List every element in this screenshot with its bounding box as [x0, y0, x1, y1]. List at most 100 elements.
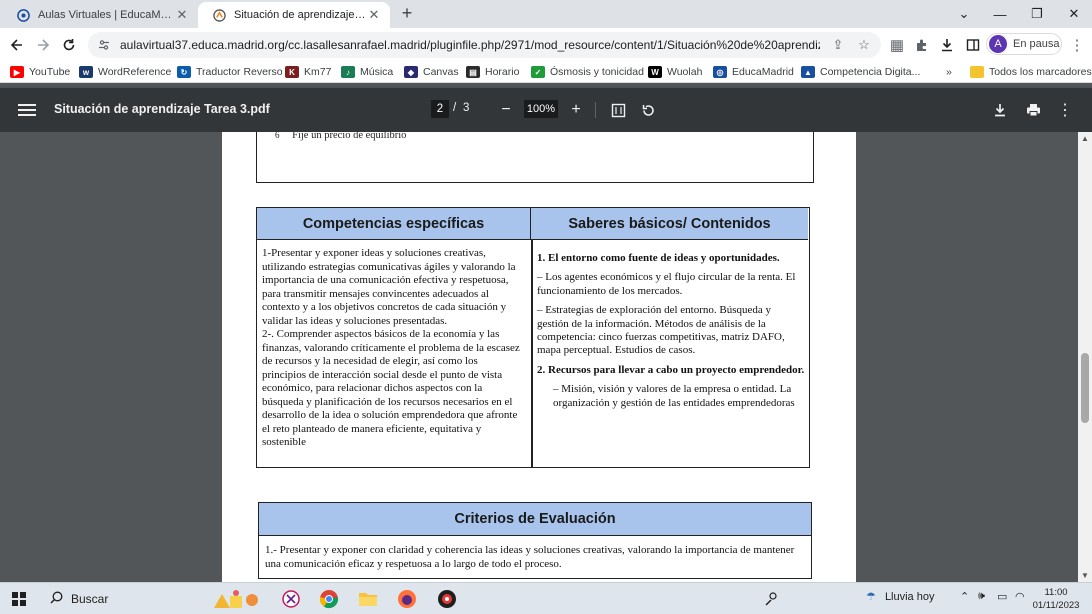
puzzle-extensions-icon[interactable]	[911, 34, 933, 56]
firefox-icon[interactable]	[396, 588, 418, 610]
snipping-tool-icon[interactable]	[280, 588, 302, 610]
zoom-in-icon[interactable]: +	[566, 100, 586, 120]
bookmark-wuolah[interactable]: W Wuolah	[648, 64, 702, 80]
saberes-paragraph: – Misión, visión y valores de la empresa…	[553, 383, 795, 409]
forward-arrow-icon[interactable]	[32, 34, 54, 56]
tab-aulas-virtuales[interactable]: Aulas Virtuales | EducaMadrid ✕	[2, 2, 198, 28]
pdf-page: 6 Fije un precio de equilibrio Competenc…	[222, 132, 856, 582]
minimize-button[interactable]: —	[982, 0, 1018, 28]
rotate-icon[interactable]	[638, 100, 658, 120]
search-highlight-icon[interactable]	[208, 588, 266, 610]
app-icon[interactable]	[436, 588, 458, 610]
bookmark-label: WordReference	[98, 66, 172, 78]
educamadrid-icon	[16, 8, 30, 22]
pdf-title: Situación de aprendizaje Tarea 3.pdf	[54, 102, 270, 116]
bookmark-educamadrid[interactable]: ◎ EducaMadrid	[713, 64, 794, 80]
bookmark-osmosis[interactable]: ✓ Ósmosis y tonicidad	[531, 64, 644, 80]
clock-time: 11:00	[1044, 587, 1068, 598]
extension-icon[interactable]: ▦	[886, 34, 908, 56]
bookmark-competencia-digital[interactable]: ▲ Competencia Digita...	[801, 64, 920, 80]
chrome-icon[interactable]	[318, 588, 340, 610]
reverso-icon: ↻	[177, 66, 191, 78]
address-bar[interactable]: aulavirtual37.educa.madrid.org/cc.lasall…	[88, 32, 881, 58]
tab-title: Aulas Virtuales | EducaMadrid	[38, 9, 174, 21]
print-icon[interactable]	[1023, 100, 1043, 120]
share-icon[interactable]: ⇪	[829, 36, 847, 54]
bookmark-youtube[interactable]: ▶ YouTube	[10, 64, 70, 80]
clock-date: 01/11/2023	[1032, 600, 1080, 611]
hamburger-menu-icon[interactable]	[18, 101, 36, 119]
pdf-toolbar: Situación de aprendizaje Tarea 3.pdf 2 /…	[0, 88, 1092, 132]
vertical-scrollbar[interactable]: ▲ ▼	[1078, 132, 1092, 582]
bookmarks-bar: ▶ YouTube w WordReference ↻ Traductor Re…	[0, 61, 1092, 83]
system-clock[interactable]: 11:00 01/11/2023	[1030, 586, 1082, 612]
music-icon: ♪	[341, 66, 355, 78]
downloads-icon[interactable]	[936, 34, 958, 56]
saberes-cell: 1. El entorno como fuente de ideas y opo…	[537, 252, 805, 416]
new-tab-button[interactable]: +	[396, 4, 418, 24]
bookmarks-overflow-button[interactable]: »	[946, 64, 952, 80]
bookmark-label: Música	[360, 66, 394, 78]
zoom-out-icon[interactable]: −	[496, 100, 516, 120]
scroll-down-arrow-icon[interactable]: ▼	[1081, 571, 1089, 580]
criterios-table: Criterios de Evaluación 1.- Presentar y …	[258, 502, 812, 579]
bookmark-canvas[interactable]: ◆ Canvas	[404, 64, 459, 80]
search-placeholder: Buscar	[71, 592, 109, 606]
bookmark-star-icon[interactable]: ☆	[855, 36, 873, 54]
previous-table-cell: 6 Fije un precio de equilibrio	[256, 132, 814, 183]
weather-widget[interactable]: ☂ Lluvia hoy	[866, 590, 934, 603]
site-info-icon[interactable]	[98, 38, 112, 52]
profile-button[interactable]: A En pausa	[986, 33, 1062, 55]
file-explorer-icon[interactable]	[357, 588, 379, 610]
download-icon[interactable]	[990, 100, 1010, 120]
profile-status: En pausa	[1013, 38, 1060, 50]
bookmark-wordreference[interactable]: w WordReference	[79, 64, 171, 80]
graduation-cap-icon: ▲	[801, 66, 815, 78]
bookmark-reverso[interactable]: ↻ Traductor Reverso	[177, 64, 283, 80]
maximize-button[interactable]: ❐	[1019, 0, 1055, 28]
list-number: 6	[275, 132, 280, 140]
close-tab-icon[interactable]: ✕	[174, 7, 190, 23]
bookmark-musica[interactable]: ♪ Música	[341, 64, 393, 80]
saberes-paragraph: – Estrategias de exploración del entorno…	[537, 304, 785, 357]
avatar: A	[989, 35, 1007, 53]
page-number-input[interactable]: 2	[431, 100, 449, 118]
bookmark-label: Horario	[485, 66, 520, 78]
side-panel-icon[interactable]	[962, 34, 984, 56]
bookmark-label: Wuolah	[667, 66, 703, 78]
volume-icon[interactable]: 🕪	[978, 590, 985, 603]
toolbar-divider	[595, 102, 596, 118]
zoom-input[interactable]: 100%	[524, 100, 558, 118]
saberes-heading: 1. El entorno como fuente de ideas y opo…	[537, 252, 780, 264]
bookmark-label: Km77	[304, 66, 332, 78]
show-hidden-icons-icon[interactable]: ⌃	[960, 590, 969, 603]
folder-icon	[970, 66, 984, 78]
competencias-cell: 1-Presentar y exponer ideas y soluciones…	[262, 247, 520, 448]
back-arrow-icon[interactable]	[6, 34, 28, 56]
rain-cloud-icon: ☂	[866, 591, 876, 603]
bookmark-label: Competencia Digita...	[820, 66, 921, 78]
close-window-button[interactable]: ✕	[1056, 0, 1092, 28]
fit-to-page-icon[interactable]	[608, 100, 628, 120]
bookmark-label: Todos los marcadores	[989, 66, 1092, 78]
osmosis-icon: ✓	[531, 66, 545, 78]
battery-icon[interactable]: ▭	[997, 590, 1007, 603]
weather-text: Lluvia hoy	[884, 591, 935, 603]
tab-title: Situación de aprendizaje Tarea 3	[234, 9, 366, 21]
windows-start-icon[interactable]	[12, 592, 26, 606]
reload-icon[interactable]	[58, 34, 80, 56]
close-tab-icon[interactable]: ✕	[366, 7, 382, 23]
scrollbar-thumb[interactable]	[1081, 353, 1089, 423]
chrome-menu-icon[interactable]: ⋮	[1066, 34, 1088, 56]
tab-search-icon[interactable]: ⌄	[946, 0, 982, 28]
bookmark-horario[interactable]: ▤ Horario	[466, 64, 519, 80]
windows-taskbar: Buscar ☂ Lluvia hoy ⌃ 🕪 ▭ ◠ 11:00 01/11/…	[0, 582, 1092, 614]
scroll-up-arrow-icon[interactable]: ▲	[1081, 134, 1089, 143]
network-icon[interactable]: ◠	[1015, 590, 1025, 603]
pdf-viewport[interactable]: 6 Fije un precio de equilibrio Competenc…	[0, 132, 1078, 582]
more-options-icon[interactable]: ⋮	[1055, 100, 1075, 120]
tab-situacion-aprendizaje[interactable]: Situación de aprendizaje Tarea 3 ✕	[198, 2, 390, 28]
all-bookmarks-folder[interactable]: Todos los marcadores	[970, 64, 1092, 80]
accessibility-icon[interactable]	[760, 588, 782, 610]
bookmark-km77[interactable]: K Km77	[285, 64, 331, 80]
